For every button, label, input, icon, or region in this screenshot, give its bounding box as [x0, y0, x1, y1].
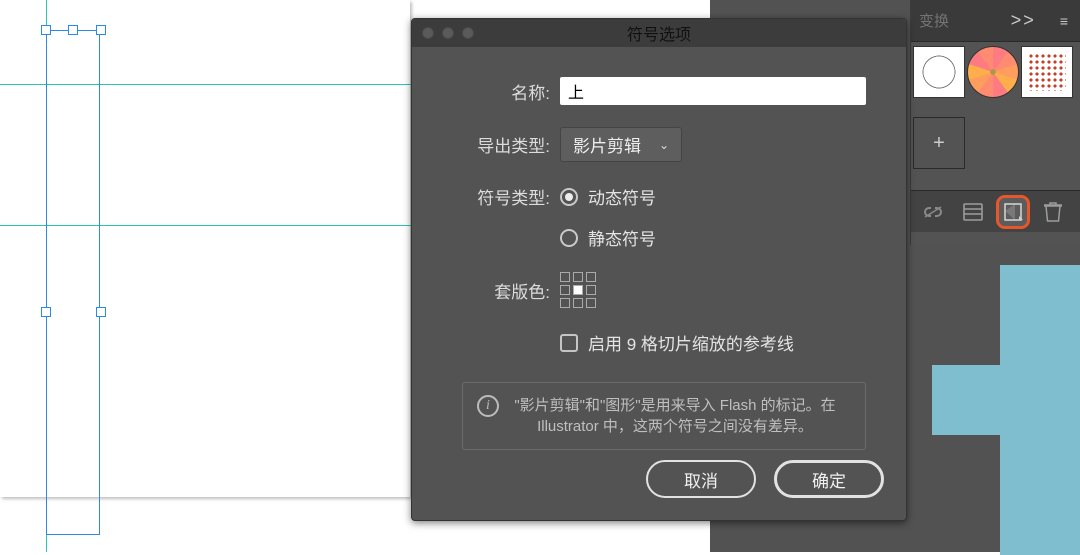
guide-vertical[interactable]	[46, 0, 47, 552]
pasteboard-artwork	[1000, 265, 1080, 555]
panel-tabbar: 变换 >> ≡	[911, 0, 1080, 42]
symbol-options-dialog: 符号选项 名称: 导出类型: 影片剪辑 ⌄ 符号类型: 动态符号 静	[411, 18, 907, 521]
selection-handle[interactable]	[96, 25, 106, 35]
symbols-grid: +	[911, 42, 1080, 190]
row-registration: 套版色:	[462, 272, 866, 308]
export-type-value: 影片剪辑	[573, 132, 641, 157]
export-type-select[interactable]: 影片剪辑 ⌄	[560, 127, 682, 162]
break-link-icon[interactable]	[919, 198, 947, 226]
label-name: 名称:	[462, 79, 550, 104]
symbols-panel: 变换 >> ≡ +	[910, 0, 1080, 245]
label-9slice: 启用 9 格切片缩放的参考线	[588, 330, 794, 355]
selection-handle[interactable]	[68, 25, 78, 35]
registration-grid[interactable]	[560, 272, 596, 308]
ok-button[interactable]: 确定	[774, 460, 884, 498]
label-symbol-type: 符号类型:	[462, 184, 550, 209]
selection-handle[interactable]	[41, 307, 51, 317]
panel-more[interactable]: >>	[1011, 10, 1036, 31]
panel-tab-transform[interactable]: 变换	[919, 10, 949, 31]
symbol-spirograph[interactable]	[913, 46, 965, 98]
symbol-add-placeholder[interactable]: +	[913, 117, 965, 169]
window-controls[interactable]	[422, 27, 474, 39]
row-name: 名称:	[462, 77, 866, 105]
symbol-gerbera[interactable]	[967, 46, 1019, 98]
symbol-dotted[interactable]	[1021, 46, 1073, 98]
radio-static[interactable]	[560, 229, 578, 247]
name-input[interactable]	[560, 77, 866, 105]
panel-menu-icon[interactable]: ≡	[1056, 13, 1072, 29]
panel-actions-row	[911, 190, 1080, 232]
symbol-options-icon[interactable]	[959, 198, 987, 226]
info-box: i "影片剪辑"和"图形"是用来导入 Flash 的标记。在 Illustrat…	[462, 382, 866, 450]
info-icon: i	[477, 395, 499, 417]
row-export-type: 导出类型: 影片剪辑 ⌄	[462, 127, 866, 162]
radio-static-label: 静态符号	[588, 225, 656, 250]
new-symbol-icon[interactable]	[999, 198, 1027, 226]
minimize-icon[interactable]	[442, 27, 454, 39]
radio-dynamic-label: 动态符号	[588, 184, 656, 209]
cancel-button[interactable]: 取消	[646, 460, 756, 498]
radio-dynamic[interactable]	[560, 188, 578, 206]
close-icon[interactable]	[422, 27, 434, 39]
label-registration: 套版色:	[462, 278, 550, 303]
chevron-down-icon: ⌄	[659, 138, 669, 152]
row-9slice[interactable]: 启用 9 格切片缩放的参考线	[560, 330, 866, 355]
zoom-icon[interactable]	[462, 27, 474, 39]
row-symbol-type: 符号类型: 动态符号 静态符号	[462, 184, 866, 250]
selection-handle[interactable]	[41, 25, 51, 35]
radio-static-row[interactable]: 静态符号	[560, 225, 656, 250]
selection-handle[interactable]	[96, 307, 106, 317]
radio-dynamic-row[interactable]: 动态符号	[560, 184, 656, 209]
dialog-body: 名称: 导出类型: 影片剪辑 ⌄ 符号类型: 动态符号 静态符号	[412, 47, 906, 460]
label-export-type: 导出类型:	[462, 132, 550, 157]
dialog-title: 符号选项	[627, 21, 691, 45]
info-text: "影片剪辑"和"图形"是用来导入 Flash 的标记。在 Illustrator…	[513, 395, 837, 437]
checkbox-9slice[interactable]	[560, 334, 578, 352]
trash-icon[interactable]	[1039, 198, 1067, 226]
registration-center[interactable]	[573, 285, 583, 295]
artboard	[0, 0, 410, 497]
dialog-buttons: 取消 确定	[412, 460, 906, 520]
dialog-titlebar[interactable]: 符号选项	[412, 19, 906, 47]
